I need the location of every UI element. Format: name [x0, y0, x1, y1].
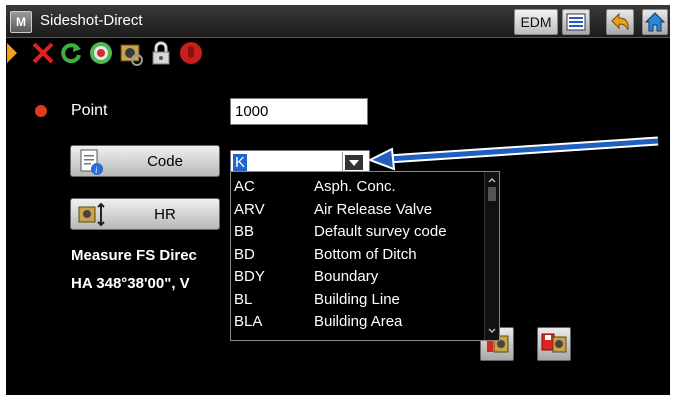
list-button[interactable] — [562, 9, 590, 35]
dropdown-item[interactable]: AC Asph. Conc. — [231, 176, 481, 198]
instrument-icon[interactable] — [118, 40, 144, 66]
hr-button[interactable]: HR — [70, 198, 220, 230]
dropdown-scrollbar[interactable] — [484, 172, 499, 340]
code-selected-text: K — [233, 154, 248, 171]
stop-icon[interactable] — [30, 40, 56, 66]
dropdown-arrow-icon — [345, 155, 363, 170]
dropdown-item[interactable]: BL Building Line — [231, 289, 481, 311]
dropdown-item-code: ARV — [234, 200, 265, 218]
dropdown-item-code: BLA — [234, 313, 263, 330]
dropdown-item-desc: Building Line — [314, 290, 400, 308]
home-button[interactable] — [642, 9, 668, 35]
title-bar: M Sideshot-Direct EDM — [6, 5, 670, 38]
dropdown-item-desc: Building Area — [314, 313, 403, 330]
annotation-arrow — [367, 136, 659, 171]
angle-readout: HA 348°38'00", V — [71, 275, 190, 292]
target-icon[interactable] — [88, 40, 114, 66]
refresh-icon[interactable] — [58, 40, 84, 66]
store-next-icon — [541, 333, 567, 353]
dropdown-item-code: BD — [234, 245, 255, 263]
code-button[interactable]: i Code — [70, 145, 220, 177]
dropdown-toggle[interactable] — [342, 152, 365, 173]
dropdown-item-code: BB — [234, 223, 255, 240]
back-button[interactable] — [606, 9, 634, 35]
measure-status-text: Measure FS Direc — [71, 247, 197, 264]
dropdown-item-code: BDY — [234, 268, 265, 285]
toolbar — [6, 38, 670, 68]
edm-button[interactable]: EDM — [514, 9, 558, 35]
hr-button-label: HR — [154, 206, 176, 223]
code-dropdown-list: AC Asph. Conc. ARV Air Release Valve BB Defau… — [230, 171, 500, 341]
back-arrow-icon — [611, 12, 629, 31]
lock-icon[interactable] — [148, 40, 174, 66]
point-label: Point — [71, 102, 108, 119]
dropdown-item-desc: Air Release Valve — [314, 200, 433, 218]
list-icon — [566, 13, 586, 31]
dropdown-item-code: BL — [234, 290, 253, 308]
record-icon[interactable] — [178, 40, 204, 66]
scrollbar-arrows-icon — [488, 177, 496, 334]
dropdown-item-desc: Bottom of Ditch — [314, 245, 417, 263]
dropdown-item[interactable]: ARV Air Release Valve — [231, 199, 481, 221]
app-window: M Sideshot-Direct EDM Point 1000 i Code … — [6, 5, 670, 395]
dropdown-item[interactable]: BB Default survey code — [231, 221, 481, 243]
play-icon[interactable] — [6, 40, 18, 66]
dropdown-item-desc: Default survey code — [314, 223, 447, 240]
store-next-button[interactable] — [537, 327, 571, 361]
dropdown-item[interactable]: BDY Boundary — [231, 266, 481, 288]
home-icon — [644, 12, 666, 32]
dropdown-item-code: AC — [234, 178, 255, 195]
dropdown-item-desc: Boundary — [314, 268, 379, 285]
dropdown-item[interactable]: BD Bottom of Ditch — [231, 244, 481, 266]
dropdown-item-desc: Asph. Conc. — [314, 178, 396, 195]
app-menu-icon[interactable]: M — [10, 11, 32, 33]
window-title: Sideshot-Direct — [40, 12, 143, 29]
dropdown-item[interactable]: BLA Building Area — [231, 311, 481, 333]
code-button-label: Code — [147, 153, 183, 170]
status-dot-icon — [35, 105, 47, 117]
point-input[interactable]: 1000 — [230, 98, 368, 125]
